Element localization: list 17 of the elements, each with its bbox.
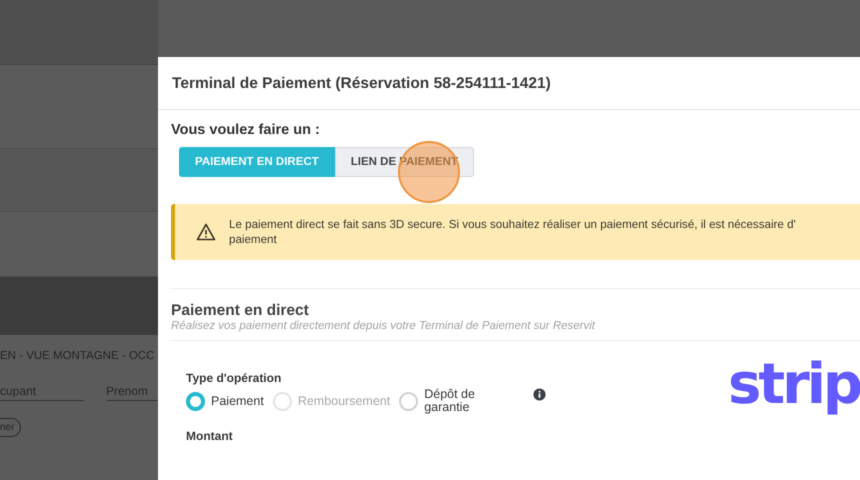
info-icon[interactable] [533, 388, 546, 401]
radio-label: Paiement [211, 394, 264, 408]
radio-button[interactable] [399, 392, 418, 410]
pill-button[interactable]: ner [0, 418, 22, 437]
field-label: Montant [186, 429, 234, 443]
choice-label: Vous voulez faire un : [171, 122, 321, 138]
radio-label: Dépôt de garantie [424, 388, 476, 414]
field-label: Type d'opération [186, 371, 282, 385]
radio-label: Remboursement [298, 394, 390, 408]
modal-title: Terminal de Paiement (Réservation 58-254111-1421) [172, 75, 552, 93]
warning-icon [196, 223, 216, 241]
section-subtitle: Réalisez vos paiement directement depuis votre Terminal de Paiement sur Reservit [171, 320, 596, 332]
section-title: Paiement en direct [171, 302, 310, 320]
brand-logo: strip [728, 355, 860, 419]
radio-button[interactable] [186, 392, 205, 410]
alert-text: Le paiement direct se fait sans 3D secure. Si vous souhaitez réaliser un paiement sécurisé, il est nécessaire d' paiement [229, 217, 796, 247]
mode-toggle[interactable]: PAIEMENT EN DIRECT [179, 147, 335, 177]
